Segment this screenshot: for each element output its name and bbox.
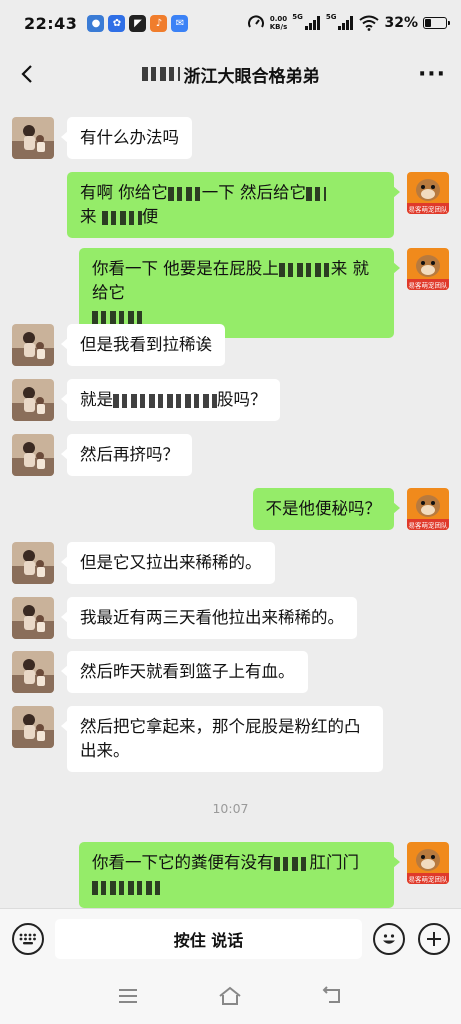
net-speed: 0.00 KB/s [269, 15, 288, 31]
system-back-button[interactable] [319, 984, 345, 1008]
contact-avatar[interactable] [12, 434, 54, 476]
more-button[interactable]: ··· [417, 59, 447, 89]
battery-percent: 32% [384, 15, 418, 31]
recent-apps-button[interactable] [115, 984, 141, 1008]
status-bar: 22:43 ● ✿ ◤ ♪ ✉ 0.00 KB/s 5G 5G 32% [0, 0, 461, 46]
home-button[interactable] [217, 984, 243, 1008]
message-bubble-received[interactable]: 我最近有两三天看他拉出来稀稀的。 [61, 597, 357, 639]
contact-avatar[interactable] [12, 117, 54, 159]
app-notification-icon: ✿ [108, 14, 126, 32]
message-bubble-received[interactable]: 然后再挤吗？ [61, 434, 192, 476]
hold-to-talk-button[interactable]: 按住 说话 [55, 919, 362, 959]
my-avatar[interactable]: 易客萌宠团队 [407, 842, 449, 884]
svg-text:易客萌宠团队: 易客萌宠团队 [409, 205, 449, 214]
message-bubble-received[interactable]: 然后把它拿起来，那个屁股是粉红的凸出来。 [61, 706, 383, 772]
svg-text:易客萌宠团队: 易客萌宠团队 [409, 281, 449, 290]
chat-header: 浙江大眼合格弟弟 ··· [0, 46, 461, 102]
more-actions-button[interactable] [418, 923, 450, 955]
message-bubble-received[interactable]: 有什么办法吗 [61, 117, 192, 159]
message-list[interactable]: 有什么办法吗 易客萌宠团队 有啊 你给它 一下 然后给它 来 便 易客萌宠团队 你… [0, 102, 461, 908]
my-avatar[interactable]: 易客萌宠团队 [407, 488, 449, 530]
message-bubble-received[interactable]: 然后昨天就看到篮子上有血。 [61, 651, 308, 693]
chat-title: 浙江大眼合格弟弟 [141, 62, 320, 87]
signal-icon [338, 16, 354, 30]
plus-icon [427, 932, 441, 946]
status-time: 22:43 [24, 13, 78, 33]
message-bubble-received[interactable]: 但是我看到拉稀诶 [61, 324, 225, 366]
message-bubble-sent[interactable]: 有啊 你给它 一下 然后给它 来 便 [67, 172, 400, 238]
chevron-left-icon [21, 65, 32, 83]
keyboard-toggle-button[interactable] [12, 923, 44, 955]
contact-avatar[interactable] [12, 542, 54, 584]
system-navigation-bar [0, 968, 461, 1024]
emoji-icon [383, 934, 395, 944]
contact-avatar[interactable] [12, 706, 54, 748]
input-bar: 按住 说话 [0, 908, 461, 968]
message-bubble-received[interactable]: 但是它又拉出来稀稀的。 [61, 542, 275, 584]
home-icon [219, 986, 241, 1005]
message-timestamp: 10:07 [212, 801, 249, 816]
app-notification-icon: ● [87, 14, 105, 32]
app-notification-icon: ✉ [171, 14, 189, 32]
signal-icon [304, 16, 320, 30]
contact-avatar[interactable] [12, 651, 54, 693]
back-button[interactable] [12, 59, 42, 89]
menu-icon [119, 989, 137, 1003]
keyboard-icon [19, 933, 36, 945]
chat-title-text: 浙江大眼合格弟弟 [183, 66, 320, 87]
contact-avatar[interactable] [12, 597, 54, 639]
message-bubble-sent[interactable]: 不是他便秘吗？ [252, 488, 400, 530]
redacted-text [141, 67, 180, 81]
notification-icons: ● ✿ ◤ ♪ ✉ [87, 14, 189, 32]
message-bubble-sent[interactable]: 你看一下它的粪便有没有 肛门门 [79, 842, 400, 908]
svg-text:易客萌宠团队: 易客萌宠团队 [409, 875, 449, 884]
wifi-icon [359, 15, 380, 31]
contact-avatar[interactable] [12, 379, 54, 421]
my-avatar[interactable]: 易客萌宠团队 [407, 248, 449, 290]
network-type-label: 5G [325, 13, 337, 21]
app-notification-icon: ◤ [129, 14, 147, 32]
speedometer-icon [247, 15, 264, 28]
app-notification-icon: ♪ [150, 14, 168, 32]
message-bubble-received[interactable]: 就是 股吗？ [61, 379, 280, 421]
svg-text:易客萌宠团队: 易客萌宠团队 [409, 521, 449, 530]
emoji-button[interactable] [373, 923, 405, 955]
back-arrow-icon [322, 986, 340, 1003]
network-type-label: 5G [292, 13, 303, 21]
battery-icon [423, 17, 450, 29]
my-avatar[interactable]: 易客萌宠团队 [407, 172, 449, 214]
contact-avatar[interactable] [12, 324, 54, 366]
